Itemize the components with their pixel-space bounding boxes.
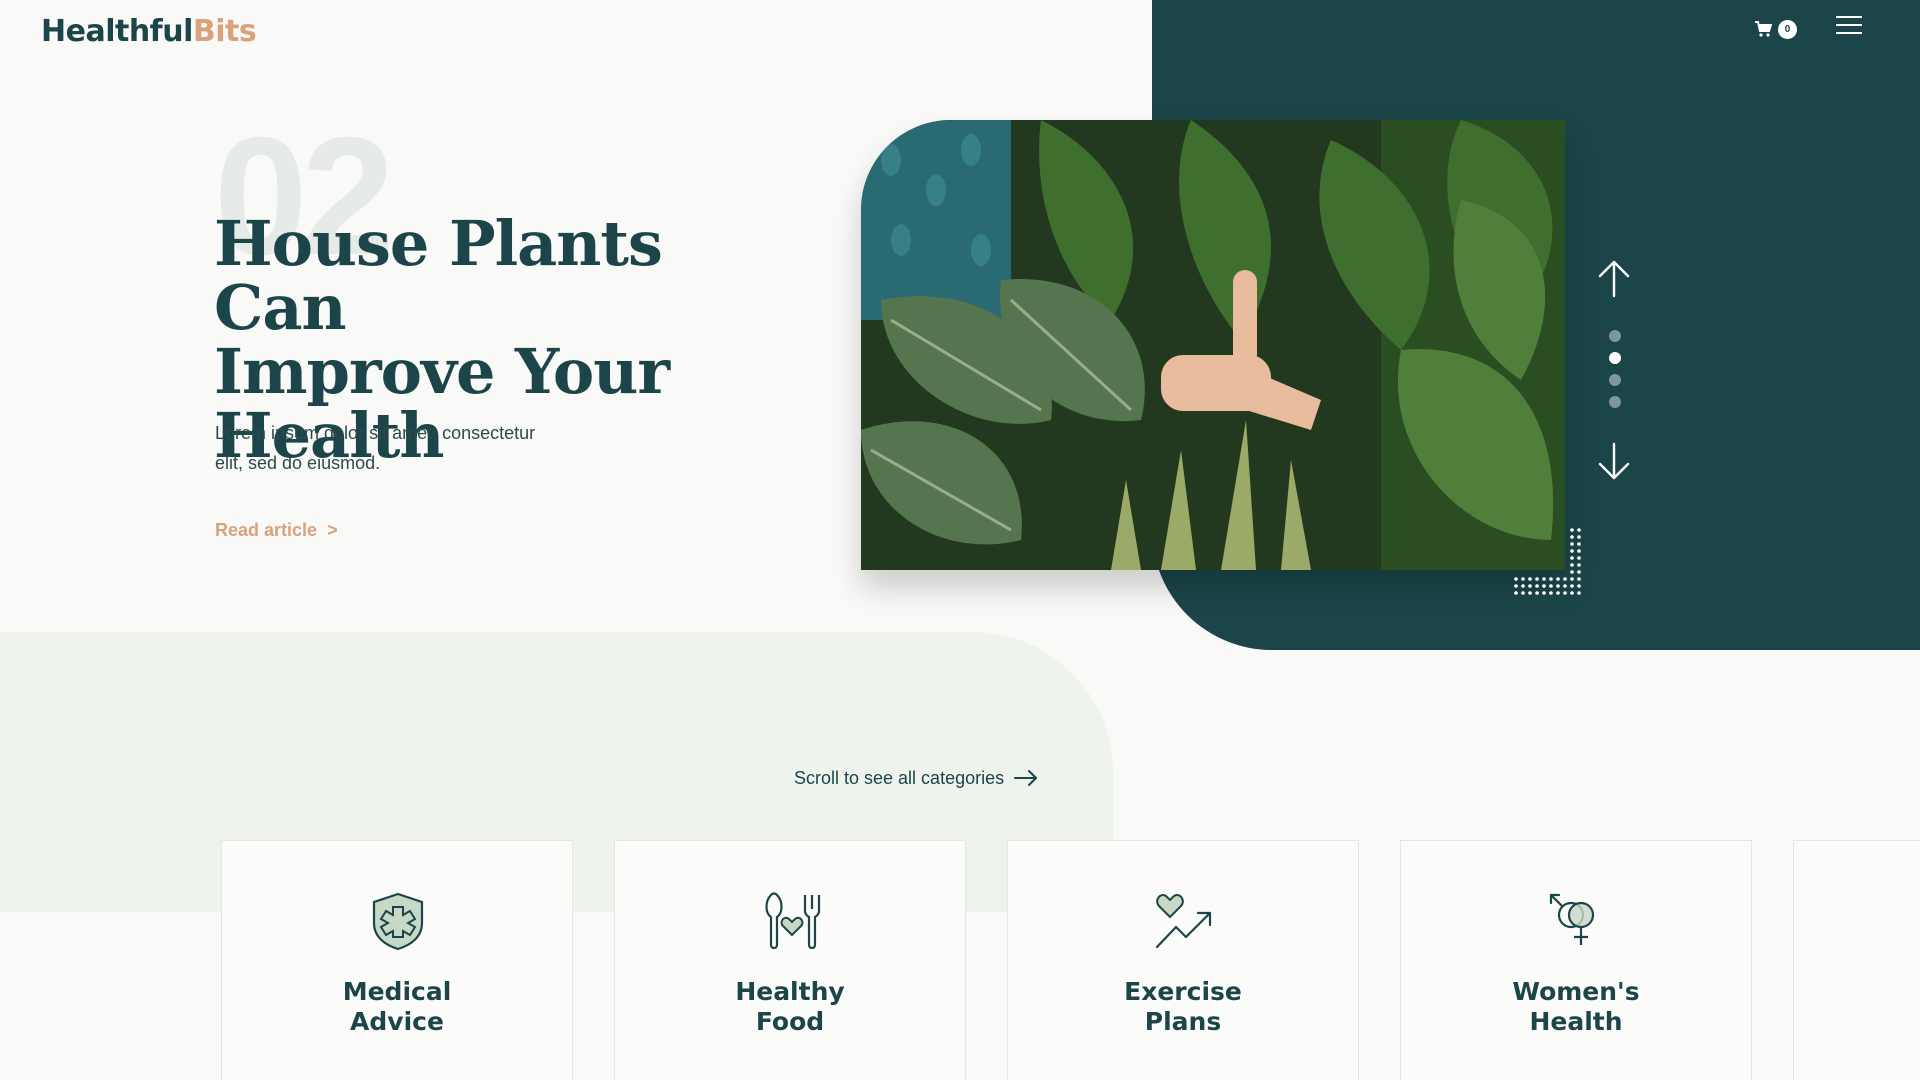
slide-dot-2-active[interactable] [1609, 352, 1621, 364]
hero-description-line: Lorem ipsum dolor sit amet, consectetur [215, 423, 536, 443]
scroll-categories-hint[interactable]: Scroll to see all categories [794, 764, 1038, 792]
house-plants-image [861, 120, 1565, 570]
scroll-hint-label: Scroll to see all categories [794, 767, 1005, 788]
hero-description-line: elit, sed do eiusmod. [215, 453, 381, 473]
category-label-line: Medical [342, 977, 452, 1006]
shield-medical-icon [372, 892, 424, 951]
hero-title-line: Improve Your [214, 335, 670, 408]
cart-count-badge: 0 [1778, 19, 1797, 39]
category-label-line: Women's [1512, 977, 1640, 1006]
arrow-down-icon[interactable] [1597, 442, 1631, 482]
cutlery-heart-icon [765, 892, 821, 950]
slide-dot-3[interactable] [1609, 374, 1621, 386]
category-label: Women's Health [1401, 977, 1751, 1037]
menu-button[interactable] [1836, 16, 1862, 38]
slide-dot-1[interactable] [1609, 330, 1621, 342]
category-label: Medical Advice [222, 977, 572, 1037]
hero-title-line: House Plants Can [214, 207, 663, 344]
chevron-right-icon: > [327, 520, 338, 540]
logo-part-1: Healthful [41, 14, 193, 49]
dot-pattern-decoration [1514, 528, 1581, 595]
category-label: Healthy Food [615, 977, 965, 1037]
arrow-up-icon[interactable] [1597, 258, 1631, 298]
category-card-exercise-plans[interactable]: Exercise Plans [1007, 840, 1359, 1080]
slide-dot-4[interactable] [1609, 396, 1621, 408]
category-label-line: Plans [1144, 1007, 1222, 1036]
heart-trend-icon [1155, 894, 1212, 949]
cart-button[interactable]: 0 [1754, 16, 1797, 42]
category-label-line: Advice [350, 1007, 444, 1036]
category-label: Exercise Plans [1008, 977, 1358, 1037]
category-card-partial[interactable] [1793, 840, 1920, 1080]
cart-icon [1755, 21, 1772, 37]
arrow-right-icon [1014, 770, 1038, 786]
read-article-label: Read article [215, 520, 318, 540]
category-label-line: Health [1529, 1007, 1623, 1036]
gender-icon [1549, 893, 1595, 945]
read-article-link[interactable]: Read article > [215, 520, 338, 541]
category-label-line: Food [755, 1007, 825, 1036]
hero-description: Lorem ipsum dolor sit amet, consectetur … [215, 418, 615, 478]
hamburger-icon [1836, 16, 1862, 18]
category-label-line: Healthy [735, 977, 845, 1006]
category-label-line: Exercise [1124, 977, 1242, 1006]
logo[interactable]: HealthfulBits [41, 12, 257, 52]
category-card-medical-advice[interactable]: Medical Advice [221, 840, 573, 1080]
category-card-womens-health[interactable]: Women's Health [1400, 840, 1752, 1080]
hero-image-house-plants [861, 120, 1565, 570]
category-card-healthy-food[interactable]: Healthy Food [614, 840, 966, 1080]
logo-part-2: Bits [192, 14, 257, 49]
